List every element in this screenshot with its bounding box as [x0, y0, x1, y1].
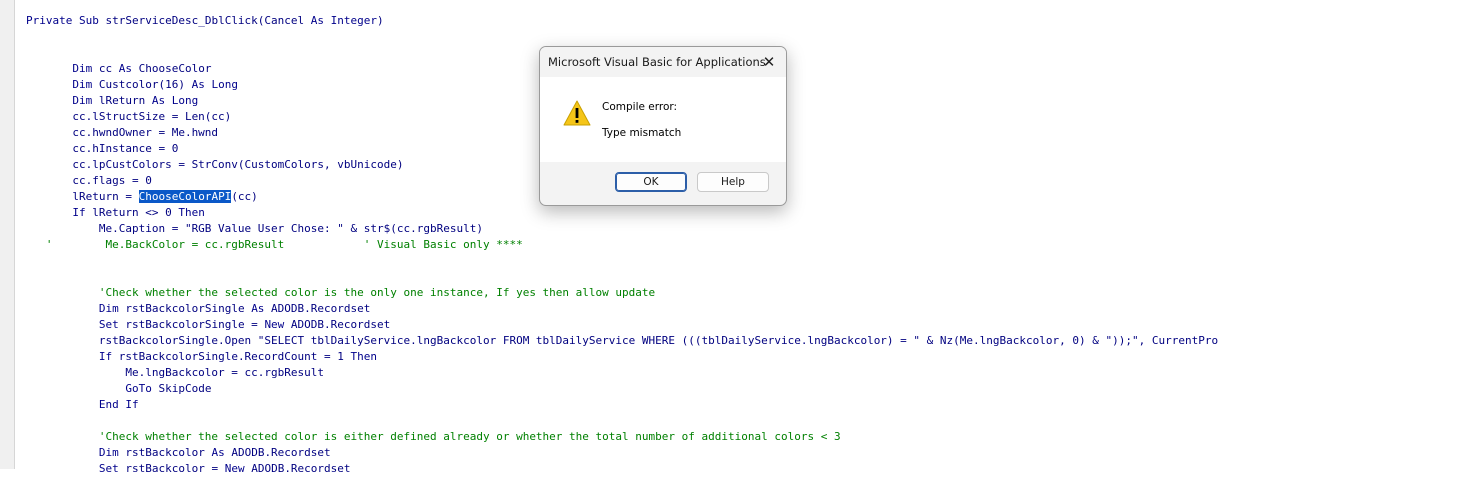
- code-token: New: [264, 318, 285, 331]
- code-line: 'Check whether the selected color is the…: [26, 285, 1467, 301]
- code-token: Dim: [72, 94, 93, 107]
- code-line: GoTo SkipCode: [26, 381, 1467, 397]
- code-token: cc.hwndOwner = Me.hwnd: [26, 126, 219, 139]
- dialog-body: Compile error: Type mismatch: [540, 77, 786, 162]
- code-token: As Integer: [310, 14, 378, 27]
- code-token: If: [72, 206, 86, 219]
- dialog-title: Microsoft Visual Basic for Applications: [548, 55, 766, 69]
- code-token: lReturn <> 0: [85, 206, 179, 219]
- code-token: cc.hInstance = 0: [26, 142, 179, 155]
- dialog-title-bar[interactable]: Microsoft Visual Basic for Applications …: [540, 47, 786, 77]
- code-token: ChooseColor: [131, 62, 212, 75]
- code-line: Dim rstBackcolorSingle As ADODB.Recordse…: [26, 301, 1467, 317]
- code-line: Me.Caption = "RGB Value User Chose: " & …: [26, 221, 1467, 237]
- code-token: Dim: [72, 78, 93, 91]
- code-token: Me.lngBackcolor = cc.rgbResult: [26, 366, 325, 379]
- code-line: If lReturn <> 0 Then: [26, 205, 1467, 221]
- code-token: As Long: [151, 94, 199, 107]
- code-line: 'Check whether the selected color is eit…: [26, 429, 1467, 445]
- code-token: lReturn =: [26, 190, 139, 203]
- code-token: rstBackcolorSingle.Open "SELECT tblDaily…: [26, 334, 1219, 347]
- code-token: As: [211, 446, 225, 459]
- code-line: If rstBackcolorSingle.RecordCount = 1 Th…: [26, 349, 1467, 365]
- code-line: Private Sub strServiceDesc_DblClick(Canc…: [26, 13, 1467, 29]
- error-message: Type mismatch: [602, 127, 682, 139]
- code-token: cc.flags = 0: [26, 174, 152, 187]
- ok-button[interactable]: OK: [615, 172, 687, 192]
- code-line: rstBackcolorSingle.Open "SELECT tblDaily…: [26, 333, 1467, 349]
- code-token: (cc): [231, 190, 258, 203]
- code-token: 'Check whether the selected color is the…: [26, 286, 656, 299]
- code-token: cc: [92, 62, 119, 75]
- code-line: Set rstBackcolor = New ADODB.Recordset: [26, 461, 1467, 477]
- code-token: If: [98, 350, 113, 363]
- code-token: Dim: [72, 62, 93, 75]
- code-token: rstBackcolorSingle.RecordCount = 1: [112, 350, 351, 363]
- code-line: Me.lngBackcolor = cc.rgbResult: [26, 365, 1467, 381]
- code-token: SkipCode: [151, 382, 212, 395]
- code-token: Me.Caption = "RGB Value User Chose: " & …: [26, 222, 483, 235]
- code-token: rstBackcolorSingle: [118, 302, 252, 315]
- code-token: 'Check whether the selected color is eit…: [26, 430, 841, 443]
- code-line: Set rstBackcolorSingle = New ADODB.Recor…: [26, 317, 1467, 333]
- editor-gutter: [0, 0, 15, 469]
- code-token: Custcolor(16): [92, 78, 192, 91]
- code-token: As Long: [191, 78, 238, 91]
- code-token: ): [377, 14, 384, 27]
- code-line: End If: [26, 397, 1467, 413]
- help-button[interactable]: Help: [697, 172, 769, 192]
- code-token: cc.lStructSize = Len(cc): [26, 110, 232, 123]
- code-token: ADODB.Recordset: [264, 302, 371, 315]
- code-token: rstBackcolor: [118, 446, 212, 459]
- code-token: Set: [98, 318, 119, 331]
- code-token: Dim: [98, 302, 119, 315]
- code-token: rstBackcolorSingle =: [118, 318, 265, 331]
- code-token: GoTo: [125, 382, 152, 395]
- code-token: ' Me.BackColor = cc.rgbResult ' Visual B…: [26, 238, 523, 251]
- code-token: ADODB.Recordset: [224, 446, 331, 459]
- code-token: As: [251, 302, 265, 315]
- code-token: strServiceDesc_DblClick(Cancel: [105, 14, 311, 27]
- code-token: End If: [98, 398, 139, 411]
- warning-icon: [563, 100, 591, 126]
- error-title: Compile error:: [602, 101, 678, 113]
- close-icon[interactable]: ✕: [758, 51, 780, 73]
- code-token: Dim: [98, 446, 119, 459]
- code-token: Then: [178, 206, 205, 219]
- code-line: ' Me.BackColor = cc.rgbResult ' Visual B…: [26, 237, 1467, 253]
- code-token: lReturn: [92, 94, 152, 107]
- code-line: Dim rstBackcolor As ADODB.Recordset: [26, 445, 1467, 461]
- code-token: Private Sub: [26, 14, 106, 27]
- code-token: As: [118, 62, 132, 75]
- error-dialog: Microsoft Visual Basic for Applications …: [539, 46, 787, 206]
- code-token: Then: [350, 350, 378, 363]
- selected-text: ChooseColorAPI: [138, 190, 232, 203]
- code-token: ADODB.Recordset: [284, 318, 391, 331]
- code-token: cc.lpCustColors = StrConv(CustomColors, …: [26, 158, 404, 171]
